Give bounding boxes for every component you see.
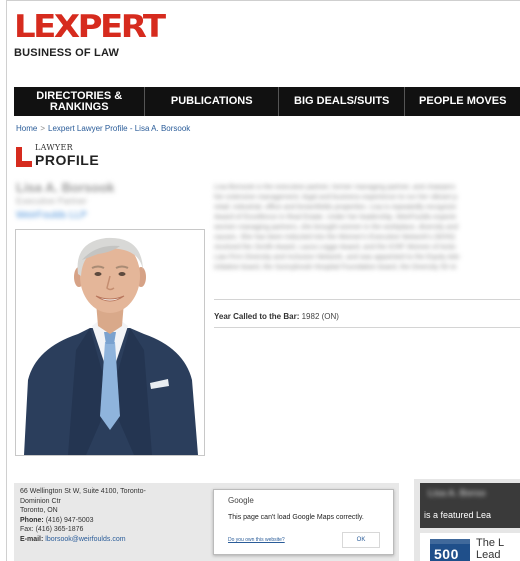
breadcrumb-separator: >: [40, 124, 46, 133]
lexpert-l-icon: [16, 147, 32, 167]
bar-call-label: Year Called to the Bar:: [214, 312, 300, 321]
bio-line: her extensive management, legal and busi…: [214, 194, 458, 201]
nav-directories-line2: RANKINGS: [49, 100, 109, 113]
breadcrumb-current[interactable]: Lexpert Lawyer Profile - Lisa A. Borsook: [48, 124, 190, 133]
lawyer-profile-badge: LAWYER PROFILE: [16, 143, 99, 167]
breadcrumb-home[interactable]: Home: [16, 124, 37, 133]
page-border-left: [6, 0, 7, 561]
bio-line: initiative board, the Sunnybrook Hospita…: [214, 264, 457, 271]
nav-big-deals-suits[interactable]: BIG DEALS/SUITS: [279, 87, 406, 116]
email-label: E-mail:: [20, 535, 44, 543]
email-link[interactable]: lborsook@weirfoulds.com: [45, 536, 125, 543]
bar-call-year: Year Called to the Bar: 1982 (ON): [214, 312, 339, 321]
featured-caption: is a featured Lea: [424, 510, 492, 520]
nav-directories-rankings[interactable]: DIRECTORIES & RANKINGS: [14, 87, 146, 116]
address-line: 66 Wellington St W, Suite 4100, Toronto-: [20, 488, 146, 495]
logo-tagline: BUSINESS OF LAW: [14, 47, 120, 59]
phone-label: Phone:: [20, 516, 44, 524]
google-maps-error-dialog: Google This page can't load Google Maps …: [213, 489, 394, 555]
contact-details: 66 Wellington St W, Suite 4100, Toronto-…: [20, 487, 210, 544]
featured-side-text: The L Lead: [476, 537, 504, 561]
badge-line2: PROFILE: [35, 152, 100, 168]
phone-row: Phone: (416) 947-5003: [20, 516, 210, 526]
email-row: E-mail: lborsook@weirfoulds.com: [20, 535, 210, 545]
address-line: Dominion Ctr: [20, 497, 61, 505]
lawyer-portrait-photo: [15, 229, 205, 456]
bio-line: Lisa Borsook is the executive partner, f…: [214, 184, 456, 191]
bio-line: Law Firm Diversity and Inclusion Network…: [214, 254, 460, 261]
fax-number: (416) 365-1876: [35, 526, 84, 533]
featured-header: Lisa A. Borso is a featured Lea: [420, 483, 520, 528]
divider: [214, 327, 520, 328]
bio-line: received the Zenith Award, Laura Legge A…: [214, 244, 456, 251]
nav-people-moves[interactable]: PEOPLE MOVES: [405, 87, 520, 116]
featured-name: Lisa A. Borso: [428, 488, 486, 498]
page-border-top: [6, 0, 520, 1]
fax-label: Fax:: [20, 526, 34, 533]
lawyer-name: Lisa A. Borsook: [16, 180, 115, 195]
featured-lawyer-panel: Lisa A. Borso is a featured Lea 500 The …: [414, 479, 520, 561]
fax-row: Fax: (416) 365-1876: [20, 525, 210, 535]
main-navigation: DIRECTORIES & RANKINGS PUBLICATIONS BIG …: [14, 87, 520, 116]
badge-number: 500: [434, 546, 459, 561]
featured-side-line: The L: [476, 537, 505, 549]
logo-wordmark: LEXPERT: [14, 8, 166, 46]
google-label: Google: [228, 496, 254, 505]
lawyer-biography: Lisa Borsook is the executive partner, f…: [214, 183, 520, 273]
divider: [214, 299, 520, 300]
lawyer-firm-link[interactable]: WeirFoulds LLP: [16, 210, 87, 221]
ok-button[interactable]: OK: [342, 532, 380, 548]
featured-side-line: Lead: [476, 549, 501, 561]
bio-line: causes. She has been inducted into the W…: [214, 234, 456, 241]
nav-publications[interactable]: PUBLICATIONS: [145, 87, 279, 116]
maps-error-message: This page can't load Google Maps correct…: [228, 514, 364, 521]
contact-panel: 66 Wellington St W, Suite 4100, Toronto-…: [14, 483, 399, 561]
bio-line: women managing partners, she brought wom…: [214, 224, 458, 231]
nav-directories-line1: DIRECTORIES &: [36, 89, 123, 102]
bar-call-value: 1982 (ON): [301, 312, 339, 321]
breadcrumb: Home > Lexpert Lawyer Profile - Lisa A. Bo…: [16, 124, 190, 133]
lexpert-500-badge[interactable]: 500: [430, 539, 470, 561]
site-logo[interactable]: LEXPERT BUSINESS OF LAW: [14, 8, 166, 59]
lawyer-role: Executive Partner: [16, 196, 88, 206]
bio-line: Award of Excellence in Real Estate. Unde…: [214, 214, 457, 221]
own-website-link[interactable]: Do you own this website?: [228, 537, 285, 543]
bio-line: retail, industrial, office and brownfiel…: [214, 204, 457, 211]
address-line: Toronto, ON: [20, 507, 58, 514]
phone-number[interactable]: (416) 947-5003: [46, 517, 94, 524]
